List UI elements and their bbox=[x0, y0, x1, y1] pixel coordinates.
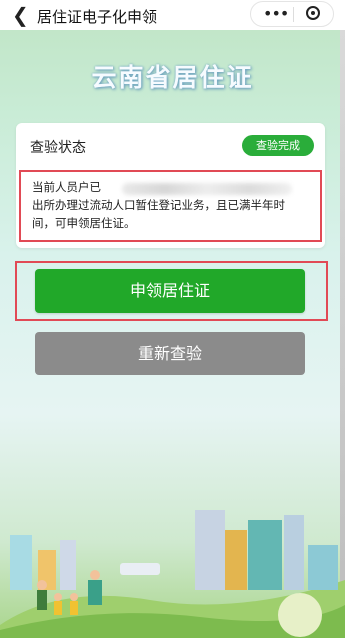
notice-line-3: 间，可申领居住证。 bbox=[32, 216, 136, 230]
illustration-person bbox=[90, 570, 100, 580]
capsule-divider bbox=[293, 7, 294, 22]
target-icon[interactable] bbox=[306, 6, 320, 20]
illustration-person bbox=[88, 580, 102, 605]
illustration-person bbox=[37, 590, 47, 610]
more-dots-icon[interactable]: ••• bbox=[263, 6, 289, 22]
illustration-building bbox=[284, 515, 304, 590]
illustration-person bbox=[37, 580, 47, 590]
banner-title: 云南省居住证 bbox=[91, 63, 254, 92]
status-badge: 查验完成 bbox=[242, 135, 314, 156]
illustration-building bbox=[60, 540, 76, 590]
mini-program-capsule: ••• bbox=[250, 1, 334, 27]
nav-bar: ❮ 居住证电子化申领 ••• bbox=[0, 0, 345, 30]
app-screen: ❮ 居住证电子化申领 ••• 云南省居住证 查验状态 查验完成 当前人员户已 出… bbox=[0, 0, 345, 638]
recheck-button[interactable]: 重新查验 bbox=[35, 332, 305, 375]
city-illustration bbox=[0, 510, 345, 638]
redacted-blur bbox=[122, 183, 292, 195]
notice-line-1: 当前人员户已 bbox=[32, 180, 101, 194]
illustration-train bbox=[120, 563, 160, 575]
notice-line-2: 出所办理过流动人口暂住登记业务，且已满半年时 bbox=[32, 198, 285, 212]
illustration-building bbox=[10, 535, 32, 590]
illustration-building bbox=[308, 545, 338, 590]
status-notice: 当前人员户已 出所办理过流动人口暂住登记业务，且已满半年时 间，可申领居住证。 bbox=[19, 170, 322, 242]
illustration-child bbox=[54, 593, 62, 601]
page-title: 居住证电子化申领 bbox=[37, 8, 158, 26]
status-card: 查验状态 查验完成 当前人员户已 出所办理过流动人口暂住登记业务，且已满半年时 … bbox=[16, 123, 325, 248]
illustration-child bbox=[70, 601, 78, 615]
illustration-building bbox=[225, 530, 247, 590]
apply-residence-permit-button[interactable]: 申领居住证 bbox=[35, 269, 305, 313]
chevron-left-icon[interactable]: ❮ bbox=[12, 5, 29, 25]
status-card-title: 查验状态 bbox=[30, 140, 86, 156]
illustration-child bbox=[54, 601, 62, 615]
illustration-child bbox=[70, 593, 78, 601]
illustration-building bbox=[195, 510, 225, 590]
illustration-building bbox=[248, 520, 282, 590]
illustration-sun-disc bbox=[278, 593, 322, 637]
